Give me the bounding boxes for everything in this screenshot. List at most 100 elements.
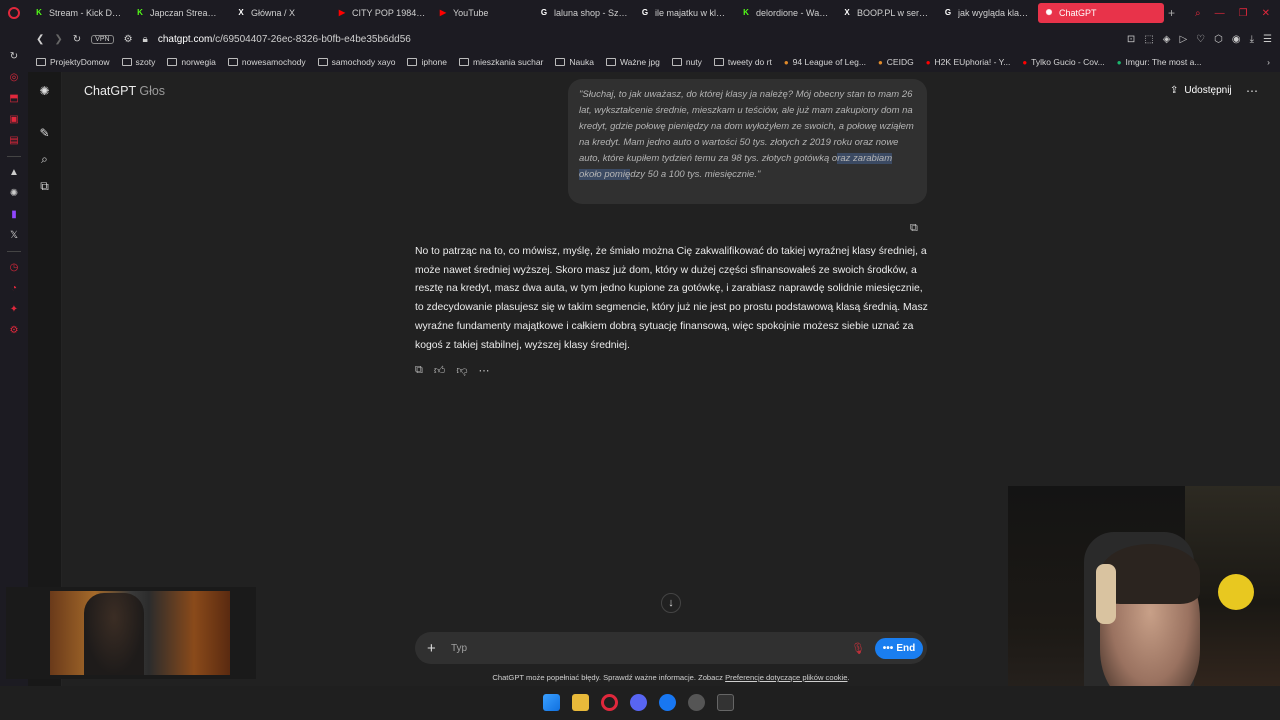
bookmark-item[interactable]: Ważne jpg bbox=[605, 57, 660, 67]
sidebar-history-icon[interactable]: ◷ bbox=[10, 262, 19, 273]
sidebar-extensions-icon[interactable]: ✦ bbox=[10, 304, 18, 315]
profile-icon[interactable]: ◉ bbox=[1232, 34, 1241, 45]
bookmark-item[interactable]: ● Imgur: The most a... bbox=[1117, 57, 1202, 67]
discord-icon[interactable] bbox=[630, 694, 647, 711]
sidebar-clock-icon[interactable]: ◔ bbox=[11, 283, 17, 294]
browser-tab[interactable]: X BOOP.PL w serwisie X bbox=[836, 3, 937, 23]
maximize-icon[interactable]: ❐ bbox=[1239, 8, 1248, 19]
reload-icon[interactable]: ↻ bbox=[10, 51, 18, 62]
sidebar-settings-icon[interactable]: ⚙ bbox=[10, 325, 19, 336]
browser-tab[interactable]: ✺ ChatGPT bbox=[1038, 3, 1164, 23]
bookmark-item[interactable]: ● CEIDG bbox=[878, 57, 914, 67]
kick-icon: K bbox=[743, 8, 749, 17]
thumbs-down-icon[interactable]: 👎︎ bbox=[456, 364, 467, 377]
copy-icon[interactable]: ⧉ bbox=[415, 364, 423, 377]
facebook-icon[interactable] bbox=[659, 694, 676, 711]
sidebar-chatgpt-icon[interactable]: ✺ bbox=[10, 188, 18, 199]
terminal-icon[interactable] bbox=[717, 694, 734, 711]
opera-logo-icon[interactable] bbox=[0, 0, 28, 26]
search-tabs-icon[interactable]: ⌕ bbox=[1195, 8, 1201, 19]
opera-taskbar-icon[interactable] bbox=[601, 694, 618, 711]
message-actions: ⧉ 👍︎ 👎︎ ⋯ bbox=[415, 364, 490, 377]
prompt-input[interactable] bbox=[451, 642, 852, 654]
bookmark-item[interactable]: tweety do rt bbox=[713, 57, 772, 67]
video-thumbnail[interactable] bbox=[6, 587, 256, 679]
play-icon[interactable]: ▷ bbox=[1179, 34, 1187, 45]
bookmarks-overflow-icon[interactable]: › bbox=[1267, 57, 1280, 67]
bookmark-item[interactable]: nuty bbox=[671, 57, 702, 67]
shield-icon[interactable]: ◈ bbox=[1163, 34, 1171, 45]
lock-icon[interactable]: 🔒︎ bbox=[143, 34, 148, 45]
new-tab-button[interactable]: + bbox=[1168, 6, 1175, 20]
scroll-down-button[interactable]: ↓ bbox=[661, 593, 681, 613]
share-button[interactable]: ⇪ Udostępnij bbox=[1170, 85, 1232, 96]
bookmark-item[interactable]: ● H2K EUphoria! - Y... bbox=[926, 57, 1011, 67]
bookmark-item[interactable]: nowesamochody bbox=[227, 57, 306, 67]
reload-button-icon[interactable]: ↻ bbox=[73, 34, 81, 45]
bookmark-label: nuty bbox=[685, 57, 702, 67]
tab-label: Stream - Kick Dashboard bbox=[49, 8, 123, 18]
file-explorer-icon[interactable] bbox=[572, 694, 589, 711]
end-voice-button[interactable]: ••• End bbox=[875, 637, 923, 659]
heart-icon[interactable]: ♡ bbox=[1196, 34, 1205, 45]
bookmark-item[interactable]: mieszkania suchar bbox=[459, 57, 543, 67]
new-chat-icon[interactable]: ✎ bbox=[39, 126, 49, 140]
copy-message-icon[interactable]: ⧉ bbox=[910, 222, 918, 235]
start-menu-icon[interactable] bbox=[543, 694, 560, 711]
easy-setup-icon[interactable]: ☰ bbox=[1263, 34, 1272, 45]
browser-tab[interactable]: X Główna / X bbox=[230, 3, 331, 23]
back-arrow-icon[interactable]: ❮ bbox=[36, 34, 44, 45]
thumbs-up-icon[interactable]: 👍︎ bbox=[434, 364, 446, 377]
folder-icon bbox=[36, 58, 46, 66]
steam-icon[interactable] bbox=[688, 694, 705, 711]
bookmark-label: mieszkania suchar bbox=[473, 57, 544, 67]
folder-icon bbox=[167, 58, 178, 66]
forward-arrow-icon[interactable]: ❯ bbox=[54, 34, 62, 45]
bookmark-item[interactable]: Nauka bbox=[555, 57, 594, 67]
page-title[interactable]: ChatGPT Głos bbox=[84, 84, 165, 98]
chatgpt-logo-icon[interactable]: ✺ bbox=[39, 84, 49, 98]
snapshot-icon[interactable]: ⬚ bbox=[1144, 34, 1153, 45]
browser-tab[interactable]: Gjak wygląda klasa średnia bbox=[937, 3, 1038, 23]
page-settings-icon[interactable]: ⚙ bbox=[124, 34, 133, 45]
browser-tab[interactable]: K Stream - Kick Dashboard bbox=[28, 3, 129, 23]
more-actions-icon[interactable]: ⋯ bbox=[479, 364, 490, 377]
bookmark-item[interactable]: ● 94 League of Leg... bbox=[784, 57, 866, 67]
extensions-icon[interactable]: ⬡ bbox=[1214, 34, 1223, 45]
mic-muted-icon[interactable]: 🎙︎ bbox=[851, 642, 865, 655]
search-icon[interactable]: ⌕ bbox=[41, 152, 48, 167]
more-options-icon[interactable]: ⋯ bbox=[1246, 84, 1258, 98]
sidebar-bag-icon[interactable]: ⬒ bbox=[9, 93, 18, 104]
add-attachment-icon[interactable]: + bbox=[427, 640, 447, 657]
vpn-badge[interactable]: VPN bbox=[91, 34, 114, 44]
download-icon[interactable]: ⤓ bbox=[1250, 34, 1254, 45]
bookmark-item[interactable]: norwegia bbox=[167, 57, 216, 67]
sidebar-player-icon[interactable]: ▤ bbox=[9, 135, 18, 146]
bookmark-item[interactable]: iphone bbox=[407, 57, 447, 67]
browser-tab[interactable]: ▶ CITY POP 1984 - YouTube bbox=[331, 3, 432, 23]
browser-tab[interactable]: ▶ YouTube bbox=[432, 3, 533, 23]
bookmark-item[interactable]: ● Tylko Gucio - Cov... bbox=[1022, 57, 1104, 67]
cookie-preferences-link[interactable]: Preferencje dotyczące plików cookie bbox=[725, 673, 847, 682]
browser-tab[interactable]: Kdelordione - Watch bbox=[735, 3, 836, 23]
browser-tab[interactable]: K Japczan Stream - Kick bbox=[129, 3, 230, 23]
bookmark-page-icon[interactable]: ⊡ bbox=[1127, 34, 1135, 45]
sidebar-messenger-icon[interactable]: ◎ bbox=[10, 72, 19, 83]
bookmark-label: iphone bbox=[421, 57, 447, 67]
browser-tab[interactable]: Gile majatku w klasie średniej bbox=[634, 3, 735, 23]
composer: + 🎙︎ •••End bbox=[415, 632, 927, 664]
browser-tab[interactable]: Glaluna shop - Szukaj w Google bbox=[533, 3, 634, 23]
folder-icon bbox=[459, 58, 469, 66]
library-icon[interactable]: ⧉ bbox=[40, 179, 49, 194]
url-field[interactable]: chatgpt.com/c/69504407-26ec-8326-b0fb-e4… bbox=[158, 34, 411, 45]
sidebar-aria-icon[interactable]: ▲ bbox=[9, 167, 19, 178]
sidebar-twitch-icon[interactable]: ▮ bbox=[11, 209, 17, 220]
youtube-icon: ▶ bbox=[439, 8, 447, 17]
bookmark-item[interactable]: ProjektyDomow bbox=[36, 57, 110, 67]
bookmark-item[interactable]: szoty bbox=[121, 57, 155, 67]
sidebar-x-icon[interactable]: 𝕏 bbox=[10, 230, 18, 241]
bookmark-item[interactable]: samochody xayo bbox=[317, 57, 395, 67]
close-window-icon[interactable]: ✕ bbox=[1262, 8, 1270, 19]
sidebar-music-icon[interactable]: ▣ bbox=[9, 114, 18, 125]
minimize-icon[interactable]: — bbox=[1215, 8, 1225, 19]
